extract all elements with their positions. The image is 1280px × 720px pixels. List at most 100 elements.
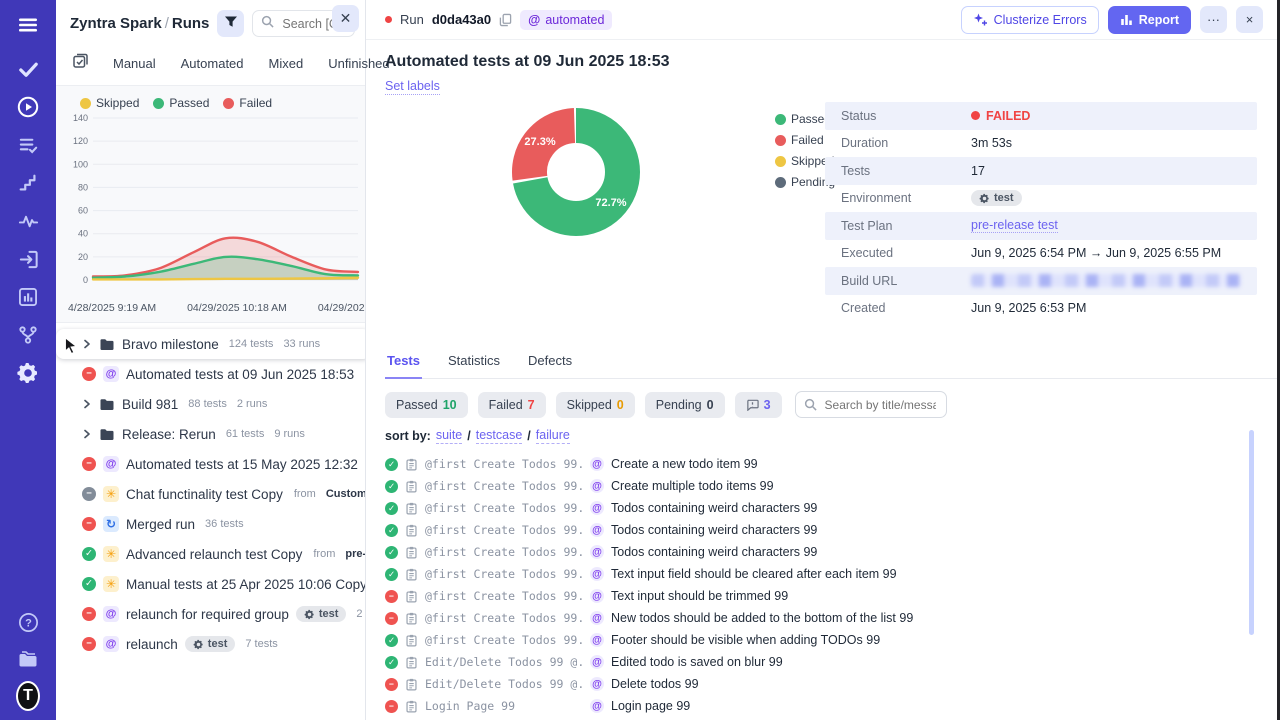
- menu-icon[interactable]: [16, 13, 40, 37]
- run-list-item[interactable]: −@relaunchtest7 tests: [56, 629, 365, 659]
- run-list-item[interactable]: Release: Rerun61 tests9 runs: [56, 419, 365, 449]
- sidebar-item-logo-testomat[interactable]: T: [16, 684, 40, 708]
- run-detail-tabs: Tests Statistics Defects: [385, 347, 1277, 379]
- sidebar-item-pulse[interactable]: [16, 209, 40, 233]
- status-passed-icon: ✓: [82, 577, 96, 591]
- set-labels-link[interactable]: Set labels: [385, 79, 440, 95]
- chip-skipped[interactable]: Skipped0: [556, 392, 635, 418]
- test-title: Todos containing weird characters 99: [611, 545, 817, 559]
- sidebar-item-run-play[interactable]: [16, 95, 40, 119]
- run-title: Automated tests at 09 Jun 2025 18:53: [385, 53, 1277, 71]
- run-from-value: Custom Selection: [326, 488, 365, 500]
- info-label: Status: [841, 109, 971, 123]
- project-name[interactable]: Zyntra Spark: [70, 15, 162, 32]
- chevron-right-icon[interactable]: [82, 399, 92, 409]
- test-row[interactable]: ✓@first Create Todos 99...@Footer should…: [385, 629, 1277, 651]
- test-row[interactable]: ✓@first Create Todos 99...@Create a new …: [385, 453, 1277, 475]
- tests-search[interactable]: [795, 391, 947, 418]
- automated-icon: @: [103, 366, 119, 382]
- copy-icon[interactable]: [499, 13, 512, 27]
- x-tick-label: 04/29/2025 10:18 AM: [187, 302, 287, 314]
- chip-failed[interactable]: Failed7: [478, 392, 546, 418]
- legend-dot: [775, 135, 786, 146]
- clipboard-icon: [405, 568, 418, 581]
- steps-icon: [17, 172, 39, 194]
- sidebar-item-projects[interactable]: [16, 647, 40, 671]
- test-title: New todos should be added to the bottom …: [611, 611, 913, 625]
- test-row[interactable]: ✓Edit/Delete Todos 99 @...@Edited todo i…: [385, 651, 1277, 673]
- tests-scrollbar[interactable]: [1249, 430, 1254, 635]
- sort-by-suite[interactable]: suite: [436, 428, 462, 444]
- tests-search-input[interactable]: [823, 397, 938, 413]
- run-list-item[interactable]: Build 98188 tests2 runs: [56, 389, 365, 419]
- info-row-status: StatusFAILED: [825, 102, 1257, 130]
- tab-statistics[interactable]: Statistics: [446, 347, 502, 378]
- run-name: relaunch: [126, 637, 178, 652]
- info-label: Executed: [841, 246, 971, 260]
- run-name: Automated tests at 09 Jun 2025 18:53: [126, 367, 354, 382]
- test-title: Footer should be visible when adding TOD…: [611, 633, 880, 647]
- sort-by-testcase[interactable]: testcase: [476, 428, 523, 444]
- run-list-item[interactable]: ✓✳Manual tests at 25 Apr 2025 10:06 Copy…: [56, 569, 365, 599]
- test-row[interactable]: ✓@first Create Todos 99...@Todos contain…: [385, 541, 1277, 563]
- chevron-right-icon[interactable]: [82, 339, 92, 349]
- more-options-button[interactable]: ···: [1200, 6, 1227, 33]
- test-suite: @first Create Todos 99...: [425, 501, 583, 515]
- test-row[interactable]: −@first Create Todos 99...@Text input sh…: [385, 585, 1277, 607]
- close-panel-button[interactable]: ✕: [332, 5, 359, 32]
- run-name: Manual tests at 25 Apr 2025 10:06 Copy: [126, 577, 365, 592]
- test-plan-link[interactable]: pre-release test: [971, 218, 1058, 233]
- breadcrumb: Zyntra Spark/Runs: [70, 15, 209, 32]
- test-row[interactable]: ✓@first Create Todos 99...@Todos contain…: [385, 497, 1277, 519]
- test-row[interactable]: ✓@first Create Todos 99...@Todos contain…: [385, 519, 1277, 541]
- chip-count: 3: [764, 398, 771, 412]
- sidebar-item-branch[interactable]: [16, 323, 40, 347]
- info-row-tests: Tests17: [825, 157, 1257, 185]
- run-list-item[interactable]: −@relaunch for required grouptest2 tests: [56, 599, 365, 629]
- automated-badge[interactable]: @ automated: [520, 10, 612, 30]
- run-list-item[interactable]: −@Automated tests at 09 Jun 2025 18:53fr…: [56, 359, 365, 389]
- run-list-item[interactable]: −@Automated tests at 15 May 2025 12:32fr…: [56, 449, 365, 479]
- test-row[interactable]: ✓@first Create Todos 99...@Text input fi…: [385, 563, 1277, 585]
- chip-passed[interactable]: Passed10: [385, 392, 468, 418]
- environment-badge-label: test: [994, 192, 1014, 204]
- run-list-item[interactable]: −✳Chat functinality test CopyfromCustom …: [56, 479, 365, 509]
- chevron-right-icon[interactable]: [82, 429, 92, 439]
- sidebar-item-analytics[interactable]: [16, 285, 40, 309]
- test-row[interactable]: −Login Page 99@Login page 99: [385, 695, 1277, 717]
- tab-tests[interactable]: Tests: [385, 347, 422, 379]
- select-all-icon[interactable]: [72, 53, 88, 74]
- sidebar-item-steps[interactable]: [16, 171, 40, 195]
- sidebar-item-sign-in[interactable]: [16, 247, 40, 271]
- legend-label: Skipped: [96, 96, 139, 110]
- filter-button[interactable]: [217, 10, 244, 37]
- tab-automated[interactable]: Automated: [181, 56, 244, 71]
- legend-dot: [80, 98, 91, 109]
- sidebar-item-list-check[interactable]: [16, 133, 40, 157]
- sidebar-item-gear[interactable]: [16, 361, 40, 385]
- chip-comments[interactable]: 3: [735, 392, 782, 418]
- test-title: Create multiple todo items 99: [611, 479, 774, 493]
- tab-defects[interactable]: Defects: [526, 347, 574, 378]
- chip-label: Skipped: [567, 398, 612, 412]
- run-list-item[interactable]: ✓✳Advanced relaunch test Copyfrompre-rel…: [56, 539, 365, 569]
- svg-text:120: 120: [73, 136, 88, 146]
- report-button[interactable]: Report: [1108, 6, 1191, 34]
- close-run-button[interactable]: ×: [1236, 6, 1263, 33]
- sidebar-item-check[interactable]: [16, 57, 40, 81]
- sidebar-item-help[interactable]: ?: [16, 610, 40, 634]
- run-list-item[interactable]: −↻Merged run36 tests: [56, 509, 365, 539]
- test-row[interactable]: ✓@first Create Todos 99...@Create multip…: [385, 475, 1277, 497]
- test-suite: @first Create Todos 99...: [425, 611, 583, 625]
- automated-icon: @: [590, 611, 604, 625]
- test-row[interactable]: −Edit/Delete Todos 99 @...@Delete todos …: [385, 673, 1277, 695]
- clusterize-errors-button[interactable]: Clusterize Errors: [961, 6, 1099, 34]
- sort-by-failure[interactable]: failure: [536, 428, 570, 444]
- chip-pending[interactable]: Pending0: [645, 392, 725, 418]
- tab-mixed[interactable]: Mixed: [269, 56, 304, 71]
- status-value: FAILED: [971, 109, 1030, 123]
- chip-count: 0: [707, 398, 714, 412]
- run-list-item[interactable]: Bravo milestone124 tests33 runs: [56, 329, 365, 359]
- test-row[interactable]: −@first Create Todos 99...@New todos sho…: [385, 607, 1277, 629]
- tab-manual[interactable]: Manual: [113, 56, 156, 71]
